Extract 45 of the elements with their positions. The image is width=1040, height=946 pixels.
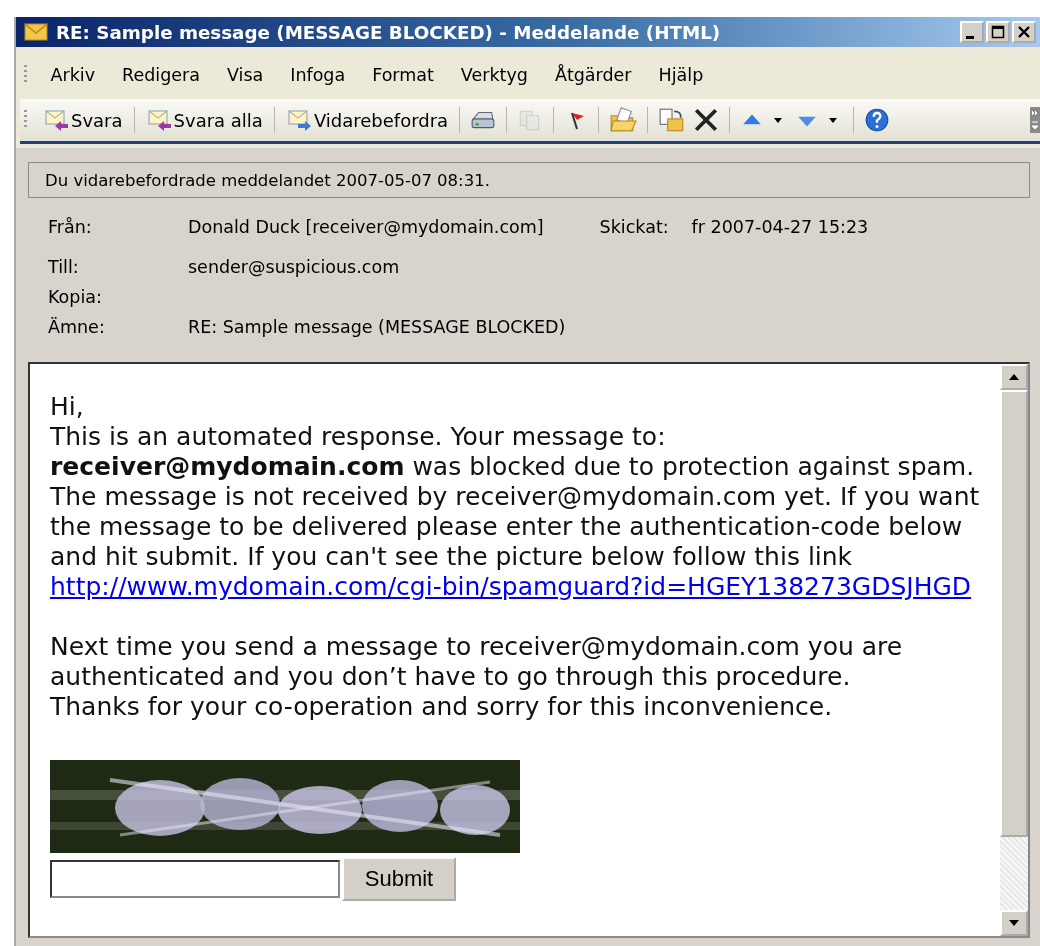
- menu-item[interactable]: Åtgärder: [541, 65, 646, 85]
- caret-icon: [829, 117, 838, 123]
- menu-item[interactable]: Visa: [213, 65, 277, 85]
- menu-item[interactable]: Arkiv: [37, 65, 109, 85]
- message-text: Next time you send a message to receiver@mydomain.com you are authenticated and you don’t have to go through this procedure. Thanks for your co-operation and sorry for this inconvenience.: [50, 632, 904, 722]
- menu-item[interactable]: Verktyg: [447, 65, 542, 85]
- sender-address: Donald Duck [receiver@mydomain.com]: [188, 217, 544, 237]
- menu-item[interactable]: Format: [358, 65, 448, 85]
- close-button[interactable]: [1012, 21, 1036, 43]
- minimize-icon: [966, 35, 974, 39]
- field-label: Kopia:: [48, 287, 103, 307]
- toolbar-button[interactable]: Svara alla: [142, 109, 266, 131]
- subject-text: RE: Sample message (MESSAGE BLOCKED): [188, 317, 566, 337]
- grip-handle[interactable]: [24, 65, 27, 85]
- reply-all-icon: [145, 109, 172, 131]
- field-label: Till:: [48, 257, 80, 277]
- authentication-code-field[interactable]: [50, 860, 340, 898]
- info-bar: Du vidarebefordrade meddelandet 2007-05-07 08:31.: [28, 162, 1030, 198]
- message-text: Hi, This is an automated response. Your message to: receiver@mydomain.com was blocked due to protection against spam. The message is not received by receiver@mydomain.com yet. If you want the message to be delivered please enter the authentication-code below and hit submit. If you can't see the picture below follow this link: [50, 392, 981, 572]
- close-icon: [1017, 25, 1031, 39]
- menu-item[interactable]: Hjälp: [645, 65, 717, 85]
- menu-item[interactable]: Infoga: [276, 65, 359, 85]
- field-label: Ämne:: [48, 317, 106, 337]
- scroll-up-icon[interactable]: [1009, 374, 1019, 380]
- caret-icon: [774, 117, 783, 123]
- envelope-icon: [24, 23, 48, 41]
- menu-item[interactable]: Redigera: [108, 65, 214, 85]
- minimize-button[interactable]: [960, 21, 984, 43]
- toolbar-button[interactable]: Vidarebefordra: [282, 109, 452, 131]
- window-title: RE: Sample message (MESSAGE BLOCKED) - Meddelande (HTML): [56, 21, 722, 43]
- maximize-button[interactable]: [986, 21, 1010, 43]
- recipient-address: sender@suspicious.com: [188, 257, 400, 277]
- field-label: Från:: [48, 217, 93, 237]
- field-label: Skickat:: [599, 217, 670, 237]
- toolbar-overflow-icon[interactable]: [1030, 107, 1040, 133]
- spamguard-link[interactable]: http://www.mydomain.com/cgi-bin/spamguard?id=HGEY138273GDSJHGD: [50, 572, 972, 602]
- sent-date: fr 2007-04-27 15:23: [691, 217, 869, 237]
- grip-handle[interactable]: [24, 110, 27, 130]
- scrollbar[interactable]: [1000, 364, 1028, 936]
- maximize-icon: [991, 25, 1005, 39]
- submit-button[interactable]: Submit: [342, 857, 456, 901]
- toolbar-button[interactable]: Svara: [40, 109, 126, 131]
- reply-icon: [43, 109, 69, 131]
- scroll-down-icon[interactable]: [1009, 920, 1019, 926]
- forward-icon: [285, 109, 312, 131]
